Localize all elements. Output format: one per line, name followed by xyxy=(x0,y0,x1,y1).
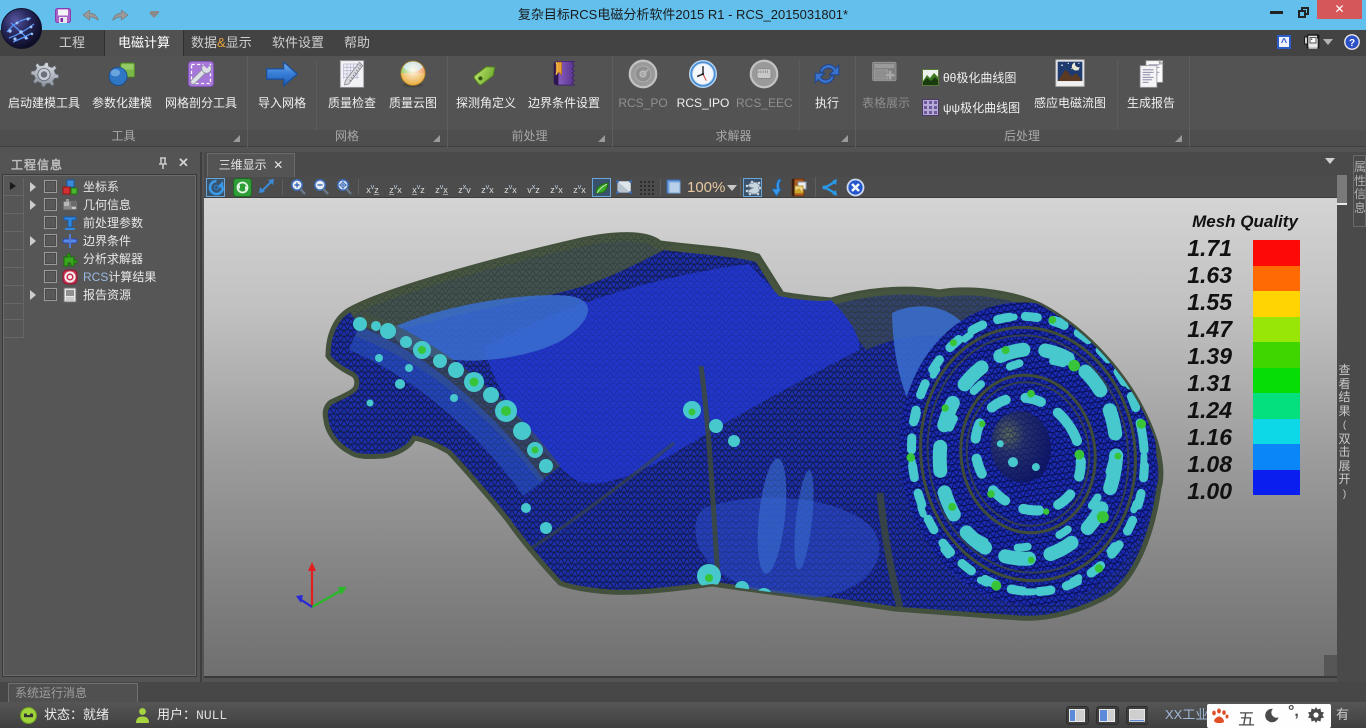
svg-text:?: ? xyxy=(1349,38,1355,49)
